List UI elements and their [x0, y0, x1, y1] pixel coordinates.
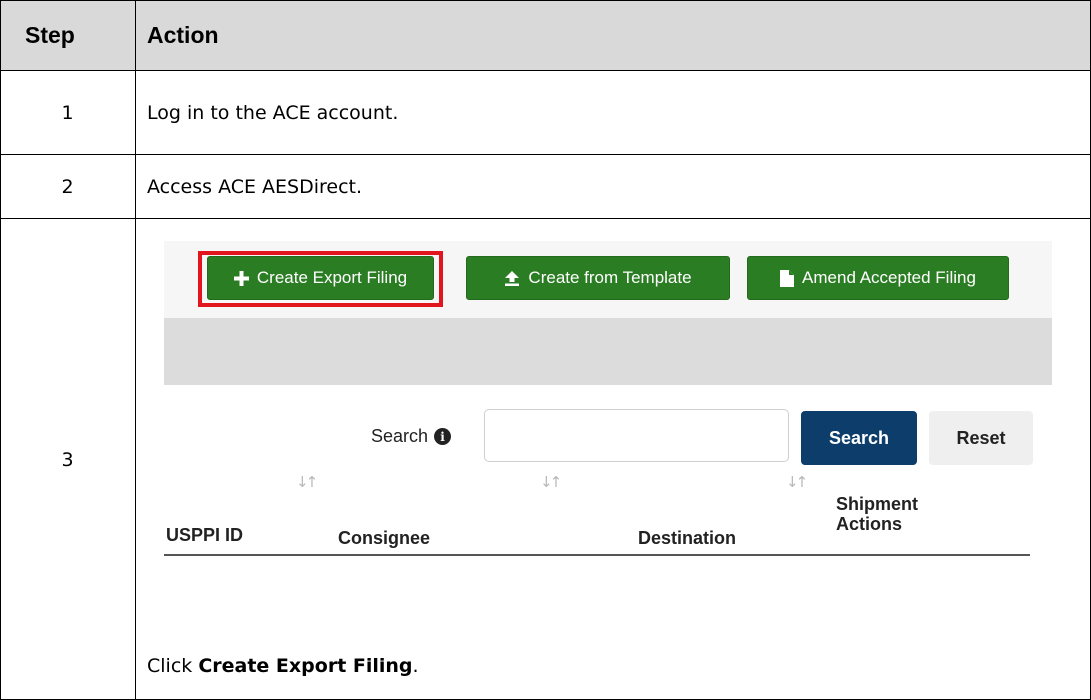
- column-header-consignee[interactable]: Consignee: [338, 528, 430, 548]
- search-input[interactable]: [484, 409, 789, 462]
- aesdirect-screenshot: Create Export Filing Create from Templat…: [164, 241, 1052, 571]
- column-header-rule: [164, 554, 1030, 556]
- sort-icon[interactable]: ↓↑: [540, 473, 562, 491]
- info-icon[interactable]: i: [434, 428, 452, 445]
- header-step: Step: [25, 22, 75, 48]
- document-icon: [780, 269, 795, 287]
- create-from-template-button[interactable]: Create from Template: [466, 256, 730, 300]
- header-action: Action: [147, 22, 219, 48]
- table-rule: [0, 70, 1091, 71]
- filter-bar: [164, 318, 1052, 385]
- step-3-instruction: Click Create Export Filing.: [147, 655, 419, 677]
- table-rule: [0, 154, 1091, 155]
- sort-icon[interactable]: ↓↑: [786, 473, 808, 491]
- shipment-actions-line1: Shipment: [836, 494, 919, 514]
- instruction-bold: Create Export Filing: [198, 655, 413, 677]
- sort-icon[interactable]: ↓↑: [296, 473, 318, 491]
- search-label: Search i: [371, 426, 452, 447]
- instruction-suffix: .: [412, 655, 419, 677]
- upload-icon: [504, 270, 520, 286]
- column-header-usppi-id[interactable]: USPPI ID: [166, 525, 243, 545]
- shipment-actions-line2: Actions: [836, 514, 903, 534]
- instruction-prefix: Click: [147, 655, 199, 677]
- table-border-top: [0, 0, 1091, 1]
- action-text-1: Log in to the ACE account.: [147, 102, 399, 124]
- amend-accepted-filing-label: Amend Accepted Filing: [802, 268, 976, 287]
- table-rule: [0, 218, 1091, 219]
- filing-toolbar: Create Export Filing Create from Templat…: [164, 241, 1052, 318]
- search-button[interactable]: Search: [801, 411, 917, 465]
- step-number-3: 3: [61, 448, 74, 471]
- search-label-text: Search: [371, 426, 429, 446]
- amend-accepted-filing-button[interactable]: Amend Accepted Filing: [747, 256, 1009, 300]
- table-border-left: [0, 0, 1, 700]
- table-column-divider: [135, 0, 136, 700]
- action-text-2: Access ACE AESDirect.: [147, 176, 363, 198]
- step-number-2: 2: [61, 176, 74, 198]
- reset-button[interactable]: Reset: [929, 411, 1033, 465]
- column-header-destination[interactable]: Destination: [638, 528, 736, 548]
- create-from-template-label: Create from Template: [528, 268, 692, 287]
- highlight-box: [198, 251, 443, 307]
- step-number-1: 1: [61, 102, 74, 124]
- column-header-shipment-actions: Shipment Actions: [836, 494, 918, 534]
